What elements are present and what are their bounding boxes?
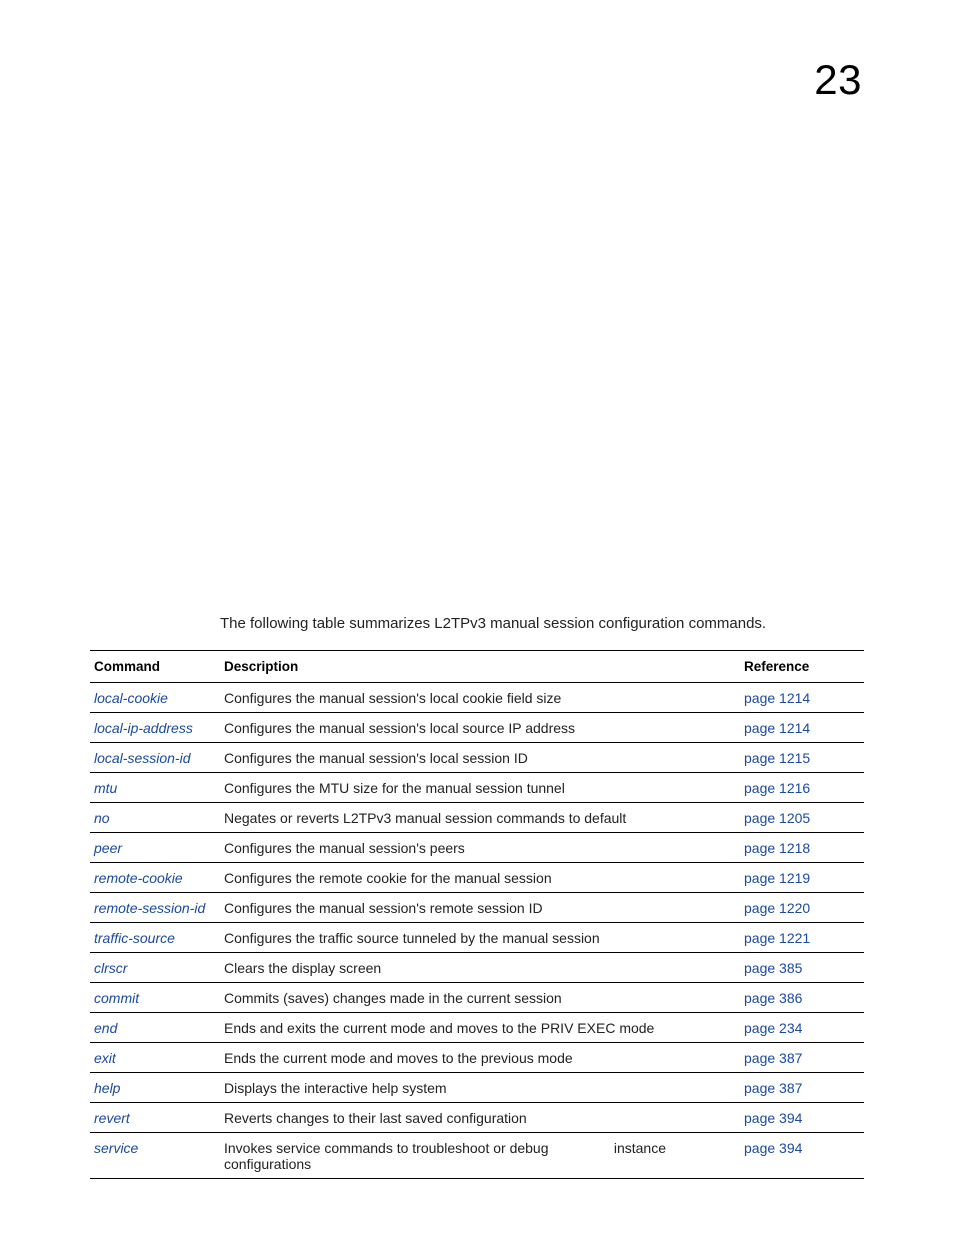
description-text: Clears the display screen bbox=[224, 960, 381, 976]
reference-link[interactable]: page 1221 bbox=[744, 930, 810, 946]
table-row: revert Reverts changes to their last save… bbox=[90, 1103, 864, 1133]
command-link[interactable]: traffic-source bbox=[94, 930, 175, 946]
command-link[interactable]: local-session-id bbox=[94, 750, 190, 766]
intro-text: The following table summarizes L2TPv3 ma… bbox=[220, 615, 864, 632]
header-reference: Reference bbox=[740, 651, 864, 683]
description-text: Configures the MTU size for the manual s… bbox=[224, 780, 565, 796]
table-row: mtu Configures the MTU size for the manua… bbox=[90, 773, 864, 803]
description-text: Commits (saves) changes made in the curr… bbox=[224, 990, 562, 1006]
reference-link[interactable]: page 1214 bbox=[744, 720, 810, 736]
command-link[interactable]: exit bbox=[94, 1050, 116, 1066]
reference-link[interactable]: page 387 bbox=[744, 1080, 802, 1096]
reference-link[interactable]: page 386 bbox=[744, 990, 802, 1006]
command-link[interactable]: local-cookie bbox=[94, 690, 168, 706]
command-link[interactable]: service bbox=[94, 1140, 138, 1156]
reference-link[interactable]: page 1219 bbox=[744, 870, 810, 886]
description-text: Reverts changes to their last saved conf… bbox=[224, 1110, 527, 1126]
description-text: Configures the traffic source tunneled b… bbox=[224, 930, 600, 946]
command-link[interactable]: commit bbox=[94, 990, 139, 1006]
description-text: Configures the manual session's local co… bbox=[224, 690, 561, 706]
header-description: Description bbox=[220, 651, 740, 683]
table-row: local-session-id Configures the manual se… bbox=[90, 743, 864, 773]
table-row: remote-cookie Configures the remote cooki… bbox=[90, 863, 864, 893]
table-row: peer Configures the manual session's peer… bbox=[90, 833, 864, 863]
document-page: 23 The following table summarizes L2TPv3… bbox=[0, 0, 954, 1235]
command-link[interactable]: local-ip-address bbox=[94, 720, 193, 736]
table-row: traffic-source Configures the traffic sou… bbox=[90, 923, 864, 953]
table-row: end Ends and exits the current mode and m… bbox=[90, 1013, 864, 1043]
command-link[interactable]: mtu bbox=[94, 780, 117, 796]
reference-link[interactable]: page 1205 bbox=[744, 810, 810, 826]
description-text: Configures the manual session's local so… bbox=[224, 720, 575, 736]
description-text: Configures the manual session's peers bbox=[224, 840, 465, 856]
reference-link[interactable]: page 1214 bbox=[744, 690, 810, 706]
description-text: Negates or reverts L2TPv3 manual session… bbox=[224, 810, 626, 826]
page-number: 23 bbox=[814, 56, 862, 104]
command-link[interactable]: clrscr bbox=[94, 960, 127, 976]
command-link[interactable]: remote-session-id bbox=[94, 900, 205, 916]
reference-link[interactable]: page 1220 bbox=[744, 900, 810, 916]
table-row: help Displays the interactive help system… bbox=[90, 1073, 864, 1103]
reference-link[interactable]: page 234 bbox=[744, 1020, 802, 1036]
reference-link[interactable]: page 1216 bbox=[744, 780, 810, 796]
reference-link[interactable]: page 387 bbox=[744, 1050, 802, 1066]
description-extra: instance bbox=[614, 1140, 736, 1156]
command-link[interactable]: help bbox=[94, 1080, 120, 1096]
command-link[interactable]: peer bbox=[94, 840, 122, 856]
description-text: Displays the interactive help system bbox=[224, 1080, 447, 1096]
table-row: remote-session-id Configures the manual s… bbox=[90, 893, 864, 923]
command-link[interactable]: remote-cookie bbox=[94, 870, 183, 886]
command-link[interactable]: end bbox=[94, 1020, 117, 1036]
table-row: service Invokes service commands to troub… bbox=[90, 1133, 864, 1179]
table-row: clrscr Clears the display screen page 385 bbox=[90, 953, 864, 983]
reference-link[interactable]: page 1215 bbox=[744, 750, 810, 766]
table-header-row: Command Description Reference bbox=[90, 651, 864, 683]
description-text: Configures the manual session's local se… bbox=[224, 750, 528, 766]
reference-link[interactable]: page 1218 bbox=[744, 840, 810, 856]
table-row: local-cookie Configures the manual sessio… bbox=[90, 683, 864, 713]
header-command: Command bbox=[90, 651, 220, 683]
command-link[interactable]: no bbox=[94, 810, 110, 826]
table-row: exit Ends the current mode and moves to t… bbox=[90, 1043, 864, 1073]
reference-link[interactable]: page 394 bbox=[744, 1110, 802, 1126]
table-row: local-ip-address Configures the manual se… bbox=[90, 713, 864, 743]
table-row: commit Commits (saves) changes made in th… bbox=[90, 983, 864, 1013]
description-text: Ends the current mode and moves to the p… bbox=[224, 1050, 573, 1066]
description-text: Ends and exits the current mode and move… bbox=[224, 1020, 654, 1036]
table-row: no Negates or reverts L2TPv3 manual sessi… bbox=[90, 803, 864, 833]
description-text: Invokes service commands to troubleshoot… bbox=[224, 1140, 549, 1156]
commands-table: Command Description Reference local-cook… bbox=[90, 650, 864, 1179]
description-text-line2: configurations bbox=[224, 1156, 736, 1172]
reference-link[interactable]: page 394 bbox=[744, 1140, 802, 1156]
description-text: Configures the remote cookie for the man… bbox=[224, 870, 552, 886]
description-text: Configures the manual session's remote s… bbox=[224, 900, 543, 916]
command-link[interactable]: revert bbox=[94, 1110, 130, 1126]
reference-link[interactable]: page 385 bbox=[744, 960, 802, 976]
